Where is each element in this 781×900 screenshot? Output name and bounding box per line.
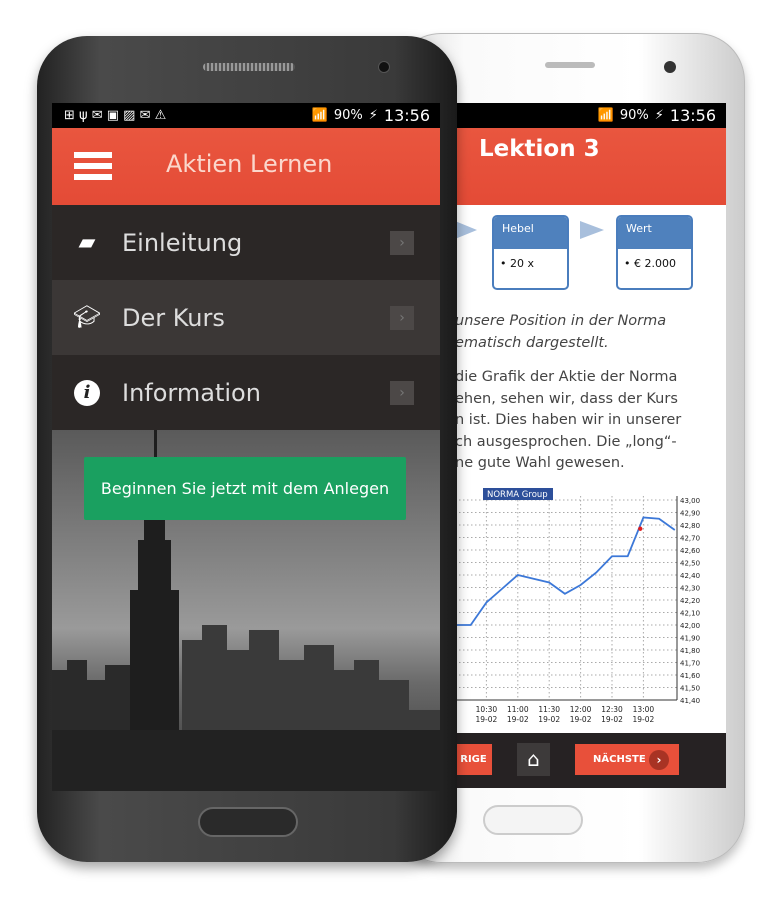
x-tick-date: 19-02 bbox=[570, 715, 592, 724]
start-investing-button[interactable]: Beginnen Sie jetzt mit dem Anlegen bbox=[84, 457, 406, 520]
x-tick-date: 19-02 bbox=[476, 715, 498, 724]
battery-icon: ⚡ bbox=[368, 108, 378, 123]
battery-icon: ⚡ bbox=[654, 108, 664, 123]
x-tick-date: 19-02 bbox=[601, 715, 623, 724]
y-tick-label: 41,60 bbox=[680, 672, 700, 680]
app-title: Aktien Lernen bbox=[166, 150, 333, 178]
italic-paragraph: unsere Position in der Norma ematisch da… bbox=[455, 313, 667, 351]
body-paragraph: die Grafik der Aktie der Norma ehen, seh… bbox=[455, 369, 682, 471]
lesson-header: Lektion 3 bbox=[455, 128, 726, 205]
y-tick-label: 42,40 bbox=[680, 572, 700, 580]
y-tick-label: 42,70 bbox=[680, 535, 700, 543]
right-screen: 📶 90% ⚡ 13:56 Lektion 3 Hebel • 20 x Wert… bbox=[455, 103, 726, 788]
previous-button[interactable]: RIGE bbox=[455, 744, 492, 775]
graduation-cap-icon: 🎓︎ bbox=[73, 305, 101, 330]
speech-bubble-icon: ▰ bbox=[78, 230, 96, 255]
left-screen: ⊞ ψ ✉ ▣ ▨ ✉ ⚠ 📶 90% ⚡ 13:56 Aktien Lerne… bbox=[52, 103, 440, 791]
info-icon: i bbox=[52, 379, 122, 406]
x-tick-label: 10:30 bbox=[476, 705, 498, 714]
menu-item-einleitung[interactable]: ▰ Einleitung › bbox=[52, 205, 440, 280]
right-home-button[interactable] bbox=[483, 805, 583, 835]
menu-item-information[interactable]: i Information › bbox=[52, 355, 440, 430]
chevron-right-icon: › bbox=[390, 230, 414, 255]
y-tick-label: 42,50 bbox=[680, 560, 700, 568]
box-wert: Wert • € 2.000 bbox=[616, 215, 693, 290]
menu-item-der-kurs[interactable]: 🎓︎ Der Kurs › bbox=[52, 280, 440, 355]
arrow-icon bbox=[580, 221, 604, 239]
status-bar: ⊞ ψ ✉ ▣ ▨ ✉ ⚠ 📶 90% ⚡ 13:56 bbox=[52, 103, 440, 128]
left-camera bbox=[378, 61, 390, 73]
wifi-icon: 📶 bbox=[311, 108, 328, 123]
status-bar: 📶 90% ⚡ 13:56 bbox=[455, 103, 726, 128]
next-button[interactable]: NÄCHSTE › bbox=[575, 744, 679, 775]
x-tick-date: 19-02 bbox=[507, 715, 529, 724]
left-speaker bbox=[203, 63, 295, 71]
x-tick-date: 19-02 bbox=[633, 715, 655, 724]
arrow-icon bbox=[455, 221, 477, 239]
right-camera bbox=[664, 61, 676, 73]
y-tick-label: 41,90 bbox=[680, 635, 700, 643]
x-tick-label: 13:00 bbox=[633, 705, 655, 714]
y-tick-label: 41,40 bbox=[680, 697, 700, 705]
right-speaker bbox=[545, 62, 595, 68]
x-tick-label: 12:00 bbox=[570, 705, 592, 714]
marker-point bbox=[638, 526, 643, 531]
chevron-right-icon: › bbox=[390, 380, 414, 405]
chevron-right-icon: › bbox=[649, 749, 669, 770]
y-tick-label: 42,30 bbox=[680, 585, 700, 593]
y-tick-label: 42,60 bbox=[680, 547, 700, 555]
y-tick-label: 42,80 bbox=[680, 522, 700, 530]
notification-icons: ⊞ ψ ✉ ▣ ▨ ✉ ⚠ bbox=[64, 108, 167, 123]
lesson-title: Lektion 3 bbox=[479, 136, 600, 162]
chart-title: NORMA Group bbox=[487, 490, 548, 500]
x-tick-label: 11:00 bbox=[507, 705, 529, 714]
left-home-button[interactable] bbox=[198, 807, 298, 837]
hamburger-menu-icon[interactable] bbox=[74, 152, 112, 180]
y-tick-label: 41,70 bbox=[680, 660, 700, 668]
x-tick-date: 19-02 bbox=[538, 715, 560, 724]
y-tick-label: 42,00 bbox=[680, 622, 700, 630]
bottom-nav: RIGE ⌂ NÄCHSTE › bbox=[455, 733, 726, 788]
y-tick-label: 41,80 bbox=[680, 647, 700, 655]
chevron-right-icon: › bbox=[390, 305, 414, 330]
y-tick-label: 41,50 bbox=[680, 685, 700, 693]
x-tick-label: 11:30 bbox=[538, 705, 560, 714]
wifi-icon: 📶 bbox=[597, 108, 614, 123]
y-tick-label: 43,00 bbox=[680, 497, 700, 505]
stock-chart: 43,00 42,90 42,80 42,70 42,60 42,50 42,40 42,30… bbox=[455, 488, 700, 724]
y-tick-label: 42,20 bbox=[680, 597, 700, 605]
home-button[interactable]: ⌂ bbox=[517, 743, 550, 776]
y-tick-label: 42,90 bbox=[680, 510, 700, 518]
app-header: Aktien Lernen bbox=[52, 128, 440, 205]
y-tick-label: 42,10 bbox=[680, 610, 700, 618]
x-tick-label: 12:30 bbox=[601, 705, 623, 714]
box-hebel: Hebel • 20 x bbox=[492, 215, 569, 290]
